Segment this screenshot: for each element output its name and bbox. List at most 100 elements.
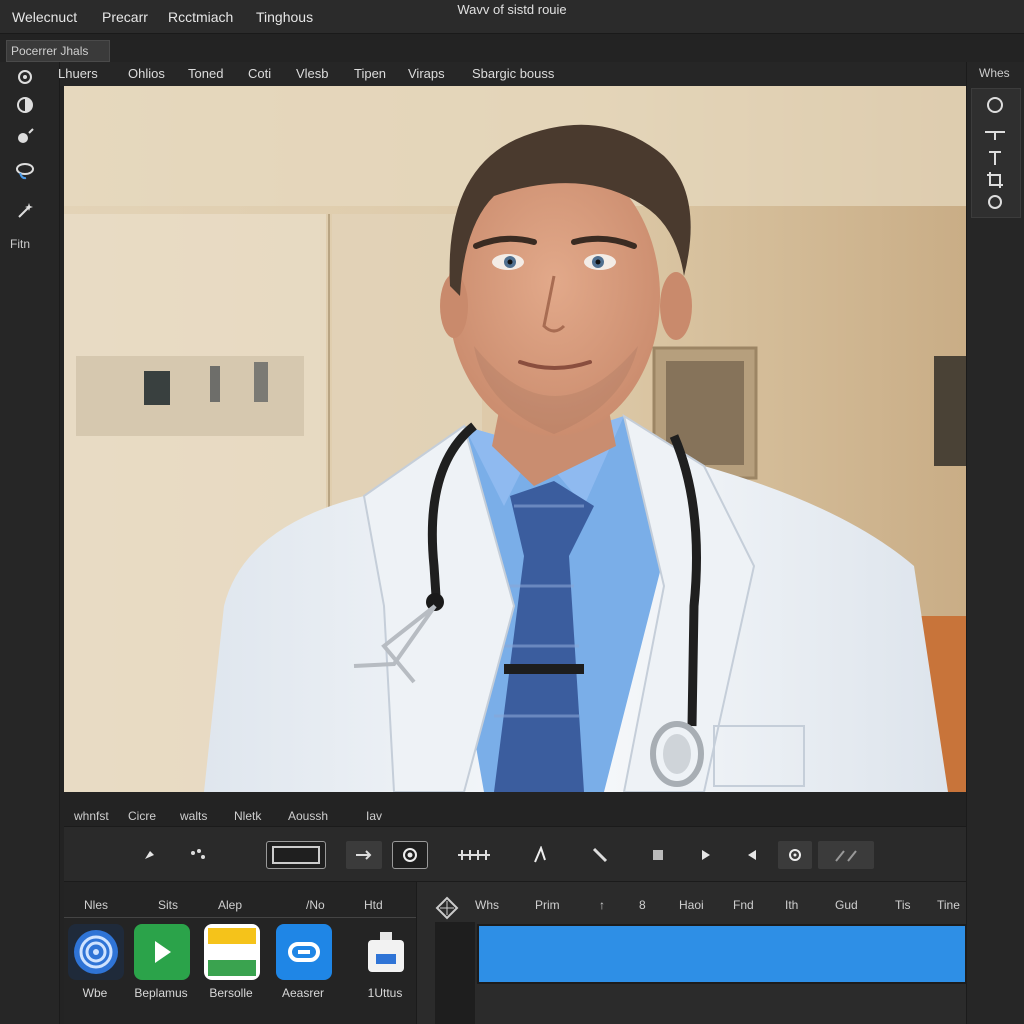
app-label-4: Aeasrer <box>281 986 325 1000</box>
tab-color[interactable]: Coti <box>248 66 271 81</box>
window-title: Wavv of sistd rouie <box>457 2 567 17</box>
grid-icon <box>458 850 490 860</box>
right-panel: Whes <box>966 62 1024 1024</box>
apps-panel-header: Nles Sits Alep /No Htd <box>64 896 416 918</box>
spray-icon <box>191 849 205 859</box>
settings-button[interactable] <box>778 841 812 869</box>
control-label-4: Nletk <box>234 809 262 823</box>
right-tool-search[interactable] <box>981 94 1009 118</box>
slash-button[interactable] <box>586 841 614 869</box>
tab-wraps[interactable]: Viraps <box>408 66 445 81</box>
contrast-icon <box>17 97 33 113</box>
app-tile-5[interactable] <box>358 924 414 980</box>
menu-item-settings[interactable]: Tinghous <box>256 9 313 25</box>
forward-button[interactable] <box>694 841 718 869</box>
apps-header-5: Htd <box>364 898 383 912</box>
control-label-5: Aoussh <box>288 809 329 823</box>
right-tool-type[interactable] <box>981 146 1009 170</box>
right-tool-measure[interactable] <box>981 122 1009 146</box>
left-toolbar-label: Fitn <box>10 237 31 251</box>
timeline-col-6: Fnd <box>733 898 754 912</box>
timeline-col-2: Prim <box>535 898 560 912</box>
diamond-icon[interactable] <box>435 896 459 920</box>
menu-item-file[interactable]: Welecnuct <box>12 9 77 25</box>
slash-icon <box>592 847 608 863</box>
control-label-1: whnfst <box>74 809 109 823</box>
lasso-icon <box>16 163 34 180</box>
control-label-2: Cicre <box>128 809 157 823</box>
tab-options[interactable]: Ohlios <box>128 66 165 81</box>
right-tool-crop[interactable] <box>981 168 1009 192</box>
square-icon <box>653 850 663 860</box>
control-label-3: walts <box>180 809 208 823</box>
timeline-panel: Whs Prim ↑ 8 Haoi Fnd Ith Gud Tis Tine <box>416 882 967 1024</box>
timeline-track[interactable] <box>477 924 967 984</box>
left-toolbar: Fitn <box>0 62 60 1024</box>
tab-search[interactable]: Sbargic bouss <box>472 66 554 81</box>
back-button[interactable] <box>740 841 764 869</box>
fingerprint-icon <box>74 930 118 974</box>
menu-item-edit[interactable]: Precarr <box>102 9 148 25</box>
lasso-tool[interactable] <box>10 158 40 184</box>
tool-panel-label[interactable]: Pocerrer Jhals <box>6 40 110 62</box>
app-tile-3[interactable] <box>204 924 260 980</box>
wand-tool[interactable] <box>10 198 40 224</box>
layer-rect-button[interactable] <box>266 841 326 869</box>
apps-header-2: Sits <box>158 898 179 912</box>
wand-icon <box>18 203 33 218</box>
camera-button[interactable] <box>392 841 428 869</box>
chevron-left-icon <box>748 850 756 860</box>
gear-tool[interactable] <box>10 64 40 90</box>
timeline-col-5: Haoi <box>679 898 704 912</box>
crop-icon <box>987 172 1003 188</box>
pattern-button[interactable] <box>818 841 874 869</box>
tab-toned[interactable]: Toned <box>188 66 223 81</box>
type-icon <box>989 151 1001 165</box>
tab-layers[interactable]: Lhuers <box>58 66 98 81</box>
apps-header-1: Nles <box>84 898 109 912</box>
heal-icon <box>18 128 34 143</box>
timeline-col-7: Ith <box>785 898 799 912</box>
app-tile-1[interactable] <box>68 924 124 980</box>
camera-icon <box>403 848 417 862</box>
settings-icon <box>988 195 1002 209</box>
stripes-icon <box>208 928 256 976</box>
play-icon <box>155 941 171 963</box>
track-gutter <box>435 922 475 1024</box>
chevron-right-icon <box>702 850 710 860</box>
tab-view[interactable]: Vlesb <box>296 66 329 81</box>
heal-tool[interactable] <box>10 124 40 150</box>
right-panel-label: Whes <box>979 66 1010 80</box>
grid-button[interactable] <box>454 841 494 869</box>
contrast-tool[interactable] <box>10 92 40 118</box>
pen-icon <box>534 846 546 863</box>
link-icon <box>288 942 320 962</box>
right-tool-settings[interactable] <box>981 190 1009 214</box>
app-tile-2[interactable] <box>134 924 190 980</box>
menu-item-image[interactable]: Rcctmiach <box>168 9 233 25</box>
timeline-header: Whs Prim ↑ 8 Haoi Fnd Ith Gud Tis Tine <box>417 896 967 920</box>
brush-icon <box>145 851 154 859</box>
move-button[interactable] <box>346 841 382 869</box>
timeline-col-1: Whs <box>475 898 499 912</box>
settings-icon <box>789 849 801 861</box>
bottle-icon <box>368 932 404 972</box>
square-button[interactable] <box>646 841 670 869</box>
tab-type[interactable]: Tipen <box>354 66 386 81</box>
spray-button[interactable] <box>184 841 214 869</box>
layer-rect-icon <box>272 846 320 864</box>
control-label-6: Iav <box>366 809 383 823</box>
portrait-photo <box>64 86 966 792</box>
move-icon <box>356 850 372 860</box>
timeline-col-9: Tis <box>895 898 911 912</box>
pattern-icon <box>835 850 857 862</box>
pen-button[interactable] <box>526 841 554 869</box>
control-labels: whnfst Cicre walts Nletk Aoussh Iav <box>64 806 966 826</box>
app-tile-4[interactable] <box>276 924 332 980</box>
apps-header-4: /No <box>306 898 325 912</box>
search-icon <box>987 97 1003 113</box>
brush-button[interactable] <box>136 841 164 869</box>
tool-controls <box>64 826 966 882</box>
timeline-col-4: 8 <box>639 898 646 912</box>
image-canvas[interactable] <box>64 86 966 792</box>
